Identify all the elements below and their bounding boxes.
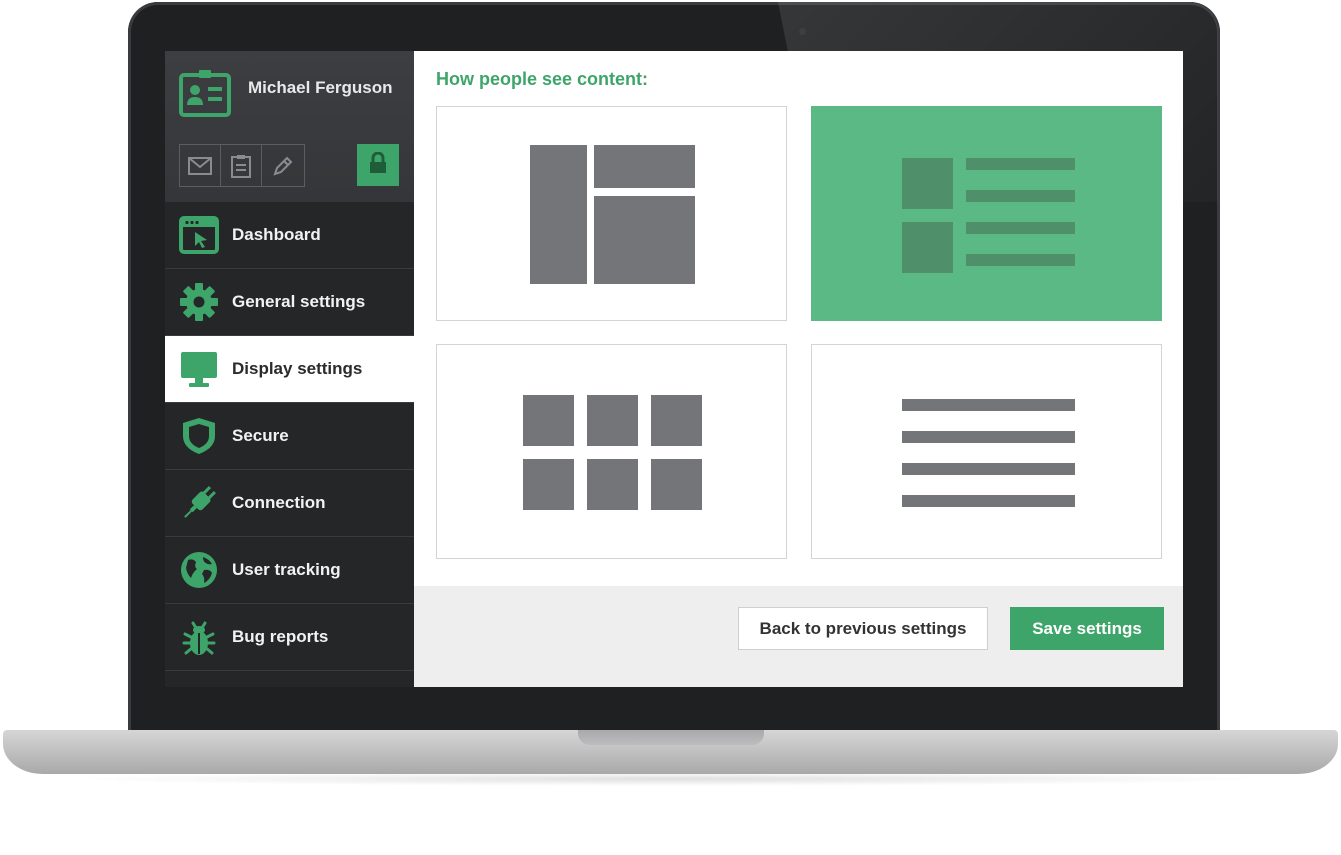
- sidebar-item-label: General settings: [232, 292, 366, 311]
- sidebar-item-display-settings[interactable]: Display settings: [165, 336, 414, 403]
- save-settings-button[interactable]: Save settings: [1010, 607, 1164, 650]
- envelope-icon[interactable]: [180, 145, 221, 186]
- sidebar: Michael Ferguson Dashboard General setti…: [165, 51, 414, 687]
- mosaic-layout-icon: [530, 145, 695, 284]
- layout-option-list-with-thumbnails[interactable]: [811, 106, 1162, 321]
- gear-icon: [178, 281, 220, 323]
- action-bar: Back to previous settings Save settings: [414, 586, 1183, 687]
- laptop-shadow: [60, 772, 1280, 786]
- globe-icon: [178, 549, 220, 591]
- monitor-icon: [178, 348, 220, 390]
- id-card-icon: [179, 69, 231, 119]
- sidebar-item-label: Display settings: [232, 359, 363, 378]
- lock-icon: [369, 151, 387, 179]
- grid-layout-icon: [523, 395, 702, 510]
- profile-panel: Michael Ferguson: [165, 51, 414, 202]
- plug-icon: [178, 482, 220, 524]
- sidebar-item-general-settings[interactable]: General settings: [165, 269, 414, 336]
- sidebar-item-dashboard[interactable]: Dashboard: [165, 202, 414, 269]
- layout-option-mosaic[interactable]: [436, 106, 787, 321]
- webcam: [799, 28, 806, 35]
- profile-toolbar: [179, 144, 305, 187]
- sidebar-item-connection[interactable]: Connection: [165, 470, 414, 537]
- shield-icon: [178, 415, 220, 457]
- sidebar-item-label: Secure: [232, 426, 289, 445]
- back-to-previous-settings-button[interactable]: Back to previous settings: [738, 607, 988, 650]
- pencil-icon[interactable]: [262, 145, 303, 186]
- laptop-base-notch: [578, 730, 764, 745]
- user-name: Michael Ferguson: [248, 78, 393, 97]
- lock-button[interactable]: [357, 144, 399, 186]
- main-content: How people see content: Back to previous…: [414, 51, 1183, 687]
- app-screen: Michael Ferguson Dashboard General setti…: [165, 51, 1183, 687]
- text-list-layout-icon: [902, 399, 1075, 507]
- sidebar-nav: Dashboard General settings Display setti…: [165, 202, 414, 671]
- sidebar-item-label: Bug reports: [232, 627, 329, 646]
- sidebar-item-label: User tracking: [232, 560, 341, 579]
- clipboard-icon[interactable]: [221, 145, 262, 186]
- sidebar-item-user-tracking[interactable]: User tracking: [165, 537, 414, 604]
- layout-option-grid[interactable]: [436, 344, 787, 559]
- sidebar-item-bug-reports[interactable]: Bug reports: [165, 604, 414, 671]
- sidebar-item-secure[interactable]: Secure: [165, 403, 414, 470]
- layout-option-text-list[interactable]: [811, 344, 1162, 559]
- bug-icon: [178, 616, 220, 658]
- section-heading: How people see content:: [436, 69, 649, 89]
- dashboard-window-icon: [178, 214, 220, 256]
- sidebar-item-label: Connection: [232, 493, 326, 512]
- list-thumbnail-layout-icon: [902, 158, 1075, 273]
- sidebar-item-label: Dashboard: [232, 225, 321, 244]
